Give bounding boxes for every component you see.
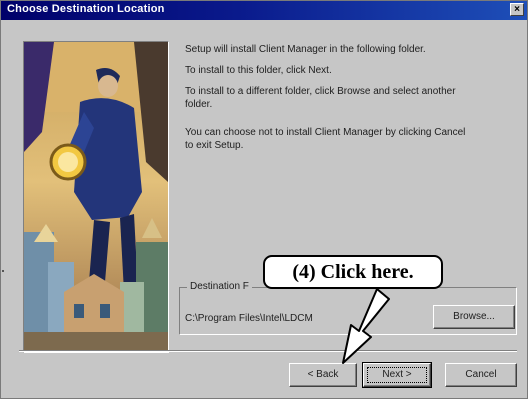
setup-dialog: Choose Destination Location × Setup will…: [0, 0, 528, 399]
edge-mark: [2, 270, 4, 272]
message-different-folder: To install to a different folder, click …: [185, 86, 456, 97]
setup-illustration: [23, 41, 169, 353]
message-click-next: To install to this folder, click Next.: [185, 65, 332, 76]
browse-button[interactable]: Browse...: [433, 305, 515, 329]
button-separator: [19, 350, 517, 352]
message-different-folder-cont: folder.: [185, 99, 213, 110]
message-install-folder: Setup will install Client Manager in the…: [185, 44, 426, 55]
instruction-callout: (4) Click here.: [263, 255, 443, 289]
close-button[interactable]: ×: [510, 3, 524, 16]
window-title: Choose Destination Location: [7, 3, 165, 15]
message-cancel-cont: to exit Setup.: [185, 140, 244, 151]
illustration-art: [24, 42, 168, 352]
cancel-button[interactable]: Cancel: [445, 363, 517, 387]
destination-path: C:\Program Files\Intel\LDCM: [185, 313, 313, 324]
focus-rectangle: [367, 367, 427, 383]
title-bar[interactable]: Choose Destination Location ×: [1, 1, 527, 20]
message-cancel: You can choose not to install Client Man…: [185, 127, 466, 138]
close-icon: ×: [514, 4, 520, 15]
destination-folder-label: Destination F: [187, 281, 252, 292]
pointer-arrow-icon: [342, 288, 390, 364]
